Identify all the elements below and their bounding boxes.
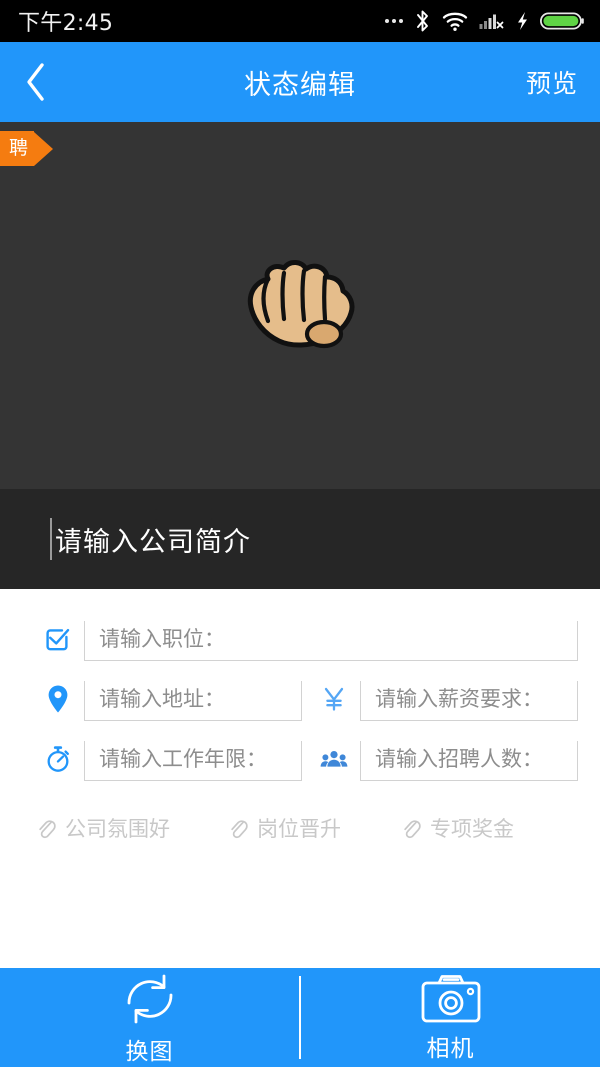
ribbon-arrow-point: [34, 131, 54, 166]
benefit-tags-row: 公司氛围好 岗位晋升 专项奖金: [0, 799, 600, 843]
change-image-button[interactable]: 换图: [0, 968, 299, 1067]
page-title: 状态编辑: [244, 69, 356, 101]
status-bar: 下午2:45: [0, 0, 600, 42]
form-row-experience-headcount: [0, 739, 600, 781]
benefit-tag-label: 岗位晋升: [257, 817, 341, 841]
check-circle-icon: [40, 619, 76, 659]
paperclip-icon: [39, 820, 56, 839]
battery-icon: [540, 12, 584, 30]
status-bar-icons: [385, 9, 584, 33]
company-intro-placeholder: 请输入公司简介: [55, 526, 251, 558]
wifi-icon: [442, 12, 468, 31]
text-caret: [50, 518, 52, 560]
recruit-ribbon-badge: 聘: [0, 131, 54, 166]
bluetooth-icon: [417, 10, 428, 32]
form-row-position: [0, 619, 600, 661]
bottom-action-bar: 换图 相机: [0, 968, 600, 1067]
camera-button[interactable]: 相机: [301, 968, 600, 1067]
job-form: 公司氛围好 岗位晋升 专项奖金: [0, 589, 600, 968]
field-salary: [316, 679, 578, 721]
ribbon-body: 聘: [0, 131, 35, 166]
back-button[interactable]: [0, 42, 72, 122]
more-dots-icon: [385, 19, 403, 23]
salary-input[interactable]: [360, 681, 578, 721]
yuan-currency-icon: [316, 679, 352, 719]
stopwatch-icon: [40, 739, 76, 779]
headcount-input[interactable]: [360, 741, 578, 781]
paperclip-icon: [404, 820, 421, 839]
fist-bump-emoji: [247, 259, 355, 348]
form-row-address-salary: [0, 679, 600, 721]
cellular-signal-off-icon: [479, 14, 504, 29]
camera-label: 相机: [426, 1035, 475, 1062]
benefit-tag-label: 公司氛围好: [65, 817, 170, 841]
map-pin-icon: [40, 679, 76, 719]
ribbon-label: 聘: [9, 137, 29, 159]
screen-root: 下午2:45 状态编辑 预览 聘 请输入公司简介 请输入职位： 请输入地址： 请…: [0, 0, 600, 1067]
camera-icon: [421, 974, 480, 1022]
field-headcount: [316, 739, 578, 781]
experience-input[interactable]: [84, 741, 302, 781]
company-intro-field[interactable]: 请输入公司简介: [0, 489, 600, 589]
change-image-label: 换图: [125, 1038, 174, 1065]
benefit-tag-atmosphere[interactable]: 公司氛围好: [36, 813, 170, 843]
field-address: [40, 679, 302, 721]
field-position: [40, 619, 578, 661]
benefit-tag-bonus[interactable]: 专项奖金: [401, 813, 514, 843]
people-group-icon: [316, 739, 352, 779]
paperclip-icon: [231, 820, 248, 839]
refresh-cycle-icon: [127, 974, 172, 1023]
photo-preview-area[interactable]: 聘: [0, 122, 600, 489]
benefit-tag-promotion[interactable]: 岗位晋升: [228, 813, 341, 843]
position-input[interactable]: [84, 621, 578, 661]
photo-image-wrapper: [0, 122, 600, 489]
app-header: 状态编辑 预览: [0, 42, 600, 122]
preview-button[interactable]: 预览: [526, 64, 578, 100]
charging-bolt-icon: [518, 12, 527, 30]
field-experience: [40, 739, 302, 781]
address-input[interactable]: [84, 681, 302, 721]
benefit-tag-label: 专项奖金: [430, 817, 514, 841]
status-bar-time: 下午2:45: [18, 11, 114, 36]
chevron-left-icon: [27, 63, 44, 101]
